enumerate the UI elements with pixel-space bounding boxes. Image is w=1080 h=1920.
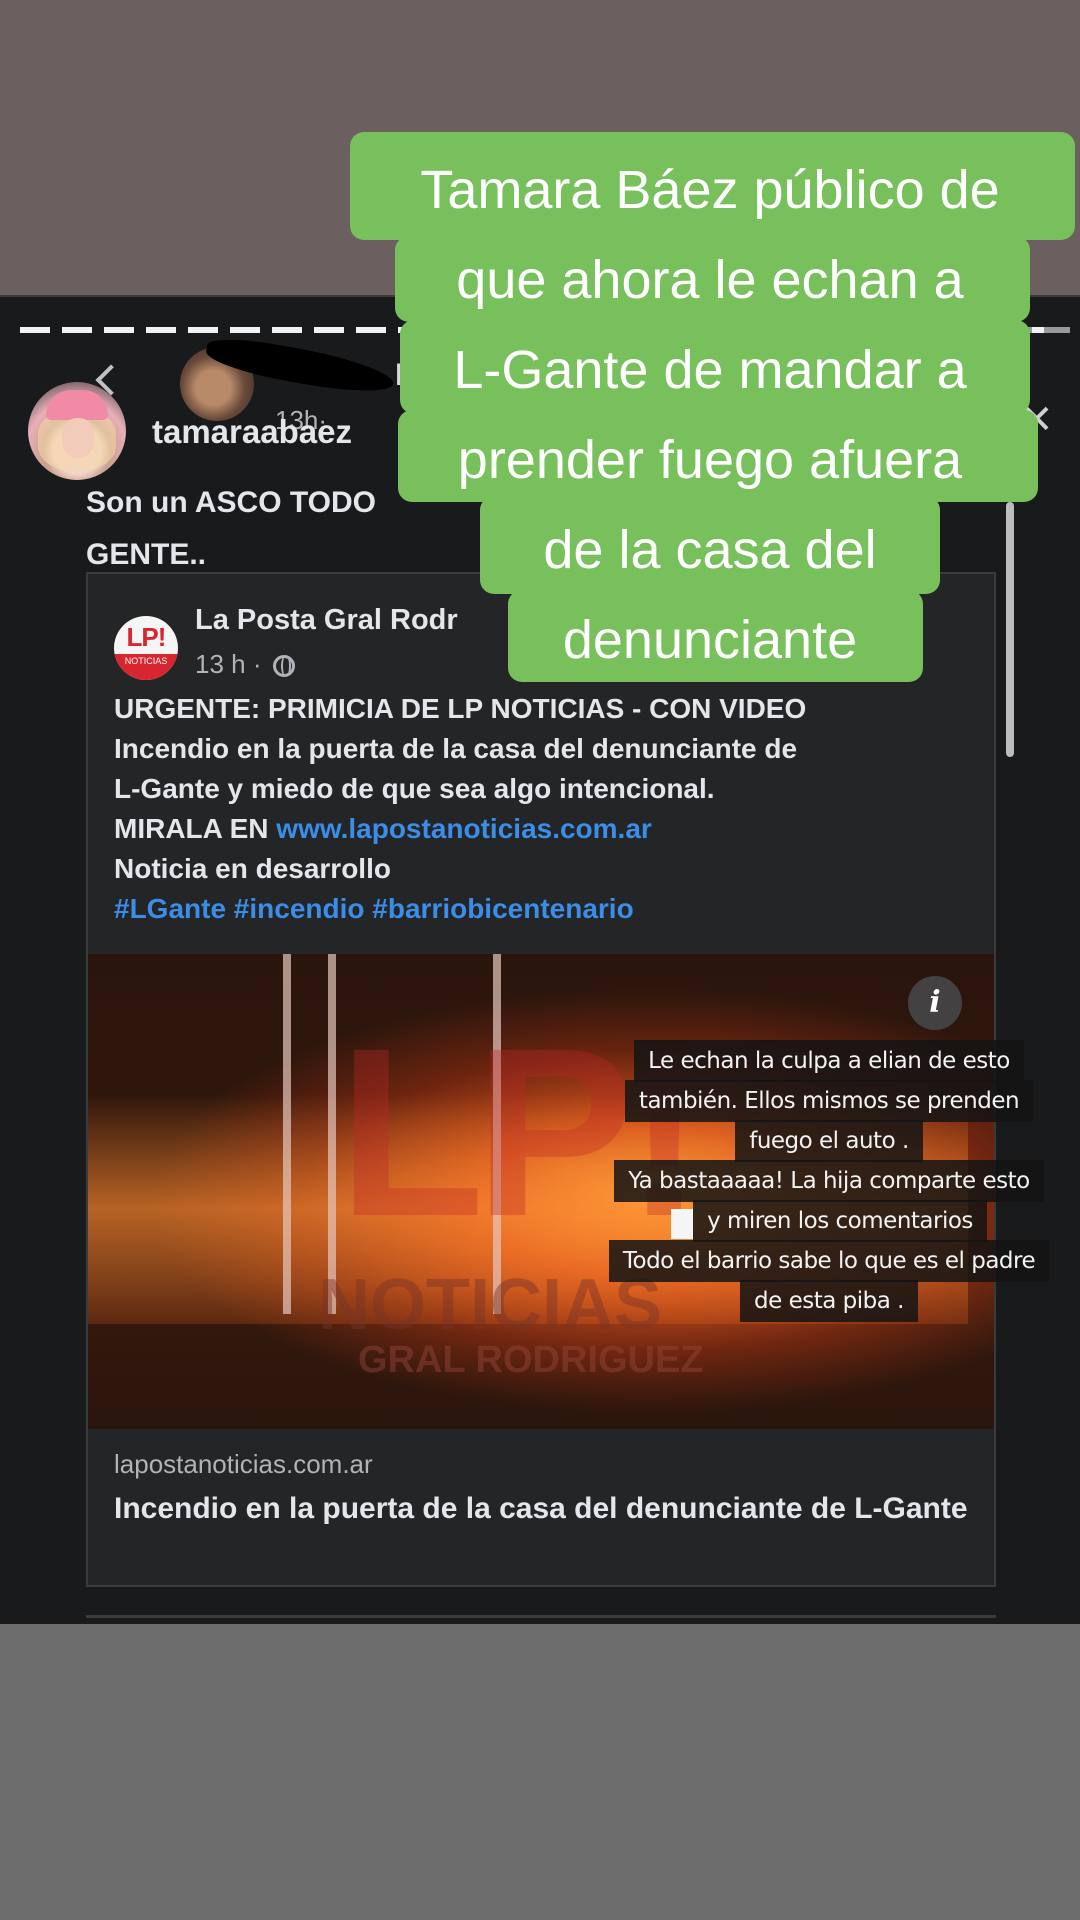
overlay-line: fuego el auto .: [735, 1120, 923, 1162]
overlay-line: Ya bastaaaaa! La hija comparte esto: [614, 1160, 1044, 1202]
info-icon[interactable]: i: [908, 976, 962, 1030]
source-meta: 13 h ·: [195, 649, 295, 680]
divider: [86, 1615, 996, 1618]
link-preview[interactable]: lapostanoticias.com.ar Incendio en la pu…: [88, 1429, 994, 1585]
body-line: MIRALA EN www.lapostanoticias.com.ar: [114, 813, 652, 844]
source-logo[interactable]: LP! NOTICIAS: [114, 616, 178, 680]
caption-line: Tamara Báez público de: [420, 160, 1000, 220]
story-overlay-text: Le echan la culpa a elian de esto tambié…: [604, 1040, 1054, 1322]
watermark-location: GRAL RODRIGUEZ: [358, 1339, 704, 1381]
globe-icon: [272, 655, 295, 678]
overlay-line: Le echan la culpa a elian de esto: [634, 1040, 1024, 1082]
website-link[interactable]: www.lapostanoticias.com.ar: [276, 813, 652, 844]
overlay-line: de esta piba .: [740, 1280, 918, 1322]
overlay-line: también. Ellos mismos se prenden: [624, 1080, 1034, 1122]
body-line: L-Gante y miedo de que sea algo intencio…: [114, 773, 715, 804]
caption-line: que ahora le echan a: [456, 250, 964, 310]
link-domain: lapostanoticias.com.ar: [114, 1449, 373, 1479]
body-line: Incendio en la puerta de la casa del den…: [114, 733, 798, 764]
overlay-line: y miren los comentarios: [693, 1200, 987, 1242]
caption-line: denunciante: [562, 610, 858, 670]
caption-line: prender fuego afuera: [457, 430, 963, 490]
story-caption: Tamara Báez público de que ahora le echa…: [340, 145, 1080, 685]
caption-line: de la casa del: [543, 520, 877, 580]
hashtags[interactable]: #LGante #incendio #barriobicentenario: [114, 889, 994, 929]
body-line: URGENTE: PRIMICIA DE LP NOTICIAS - CON V…: [114, 693, 807, 724]
link-headline[interactable]: Incendio en la puerta de la casa del den…: [114, 1489, 984, 1529]
avatar[interactable]: [28, 382, 126, 480]
story-bottom-background: [0, 1624, 1080, 1920]
body-line: Noticia en desarrollo: [114, 853, 391, 884]
shared-post-body: URGENTE: PRIMICIA DE LP NOTICIAS - CON V…: [114, 689, 994, 929]
username[interactable]: tamaraabaez: [152, 413, 352, 451]
caption-line: L-Gante de mandar a: [453, 340, 967, 400]
source-timestamp: 13 h ·: [195, 649, 262, 679]
overlay-line: Todo el barrio sabe lo que es el padre: [608, 1240, 1050, 1282]
overlay-highlight: [671, 1208, 694, 1239]
